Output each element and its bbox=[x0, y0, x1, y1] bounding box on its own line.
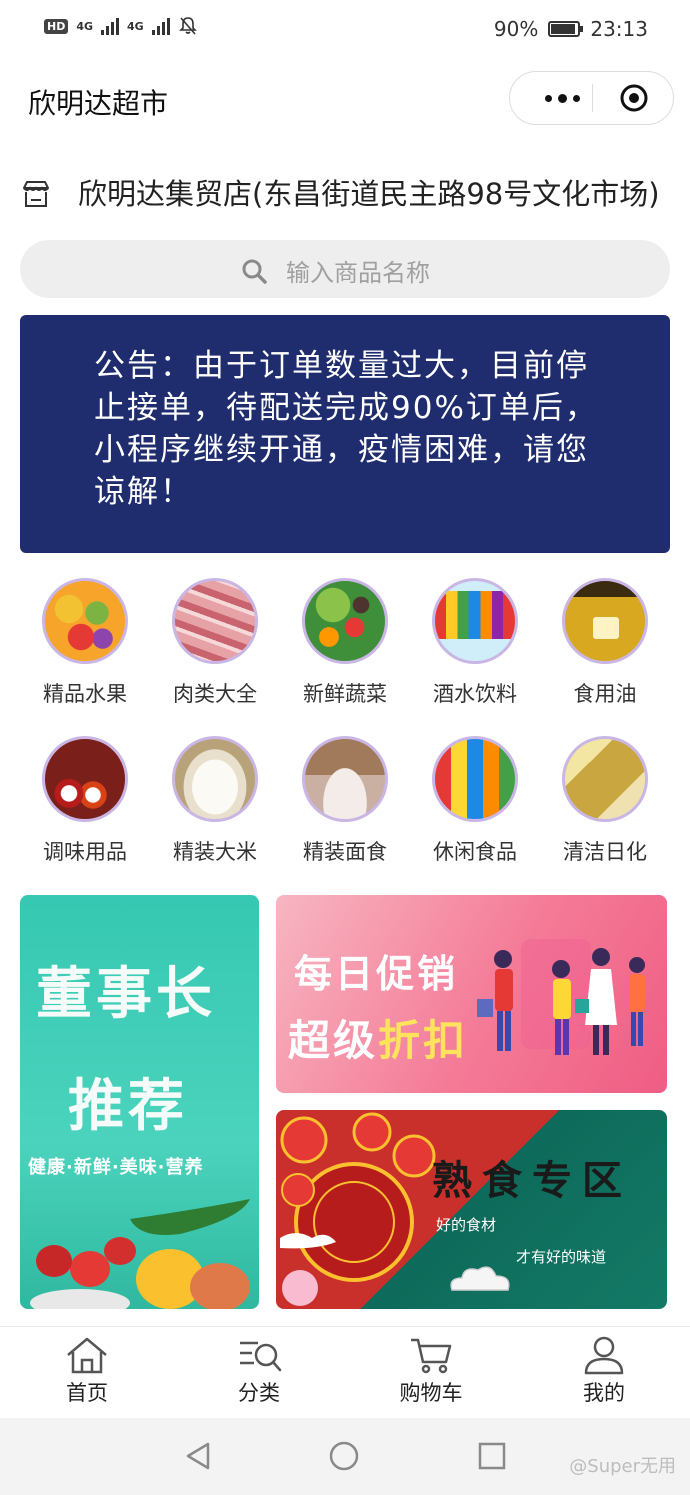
category-label: 清洁日化 bbox=[563, 840, 647, 864]
tab-profile[interactable]: 我的 bbox=[544, 1335, 664, 1407]
search-placeholder: 输入商品名称 bbox=[286, 259, 430, 287]
search-bar[interactable]: 输入商品名称 bbox=[20, 240, 670, 298]
bottom-tab-bar: 首页 分类 购物车 我的 bbox=[0, 1326, 690, 1419]
category-label: 精装大米 bbox=[173, 840, 257, 864]
tab-label: 首页 bbox=[66, 1381, 108, 1405]
capsule-menu bbox=[509, 71, 674, 125]
hd-badge: HD bbox=[44, 18, 69, 34]
category-label: 调味用品 bbox=[43, 840, 127, 864]
watermark: @Super无用 bbox=[569, 1456, 676, 1477]
category-item-detergent[interactable]: 清洁日化 bbox=[540, 736, 670, 866]
status-right: 90% 23:13 bbox=[494, 17, 648, 41]
vegetable-icon bbox=[302, 578, 388, 664]
category-label: 精装面食 bbox=[303, 840, 387, 864]
daily-promo-banner[interactable]: 每日促销 超级折扣 bbox=[276, 895, 667, 1093]
promo-title-line1: 每日促销 bbox=[294, 952, 459, 996]
home-circle-icon[interactable] bbox=[328, 1440, 360, 1472]
category-label: 肉类大全 bbox=[173, 682, 257, 706]
system-navigation-bar: @Super无用 bbox=[0, 1418, 690, 1495]
category-label: 新鲜蔬菜 bbox=[303, 682, 387, 706]
tab-label: 购物车 bbox=[399, 1381, 463, 1405]
category-label: 精品水果 bbox=[43, 682, 127, 706]
battery-fill bbox=[551, 24, 575, 34]
category-item-snacks[interactable]: 休闲食品 bbox=[410, 736, 540, 866]
category-item-vegetable[interactable]: 新鲜蔬菜 bbox=[280, 578, 410, 708]
deli-zone-banner[interactable]: 熟食专区 好的食材 才有好的味道 bbox=[276, 1110, 667, 1309]
deli-sub1: 好的食材 bbox=[436, 1216, 497, 1234]
category-item-spice[interactable]: 调味用品 bbox=[20, 736, 150, 866]
fruit-icon bbox=[42, 578, 128, 664]
target-close-icon[interactable] bbox=[618, 82, 650, 114]
category-item-meat[interactable]: 肉类大全 bbox=[150, 578, 280, 708]
network-type-1: 4G bbox=[76, 19, 94, 33]
vegetables-illustration bbox=[30, 1199, 250, 1309]
mute-bell-icon bbox=[178, 17, 197, 35]
spice-icon bbox=[42, 736, 128, 822]
navigation-bar: 欣明达超市 bbox=[0, 58, 690, 140]
clock: 23:13 bbox=[590, 17, 648, 41]
tab-label: 我的 bbox=[583, 1381, 625, 1405]
battery-percent: 90% bbox=[493, 17, 539, 41]
category-item-drinks[interactable]: 酒水饮料 bbox=[410, 578, 540, 708]
banner-slogan: 健康·新鲜·美味·营养 bbox=[28, 1157, 204, 1178]
category-item-fruit[interactable]: 精品水果 bbox=[20, 578, 150, 708]
flour-icon bbox=[302, 736, 388, 822]
recent-apps-square-icon[interactable] bbox=[476, 1440, 508, 1472]
tab-category[interactable]: 分类 bbox=[199, 1335, 319, 1407]
tab-label: 分类 bbox=[238, 1381, 280, 1405]
deli-title: 熟食专区 bbox=[432, 1157, 632, 1204]
battery-icon bbox=[548, 21, 584, 37]
store-name: 欣明达集贸店(东昌街道民主路98号文化市场) bbox=[78, 177, 660, 211]
network-type-2: 4G bbox=[127, 19, 144, 33]
signal-icon bbox=[101, 17, 120, 35]
rice-icon bbox=[172, 736, 258, 822]
deli-sub2: 才有好的味道 bbox=[516, 1248, 607, 1266]
user-icon bbox=[584, 1336, 624, 1375]
tab-home[interactable]: 首页 bbox=[27, 1335, 147, 1407]
chairman-recommend-banner[interactable]: 董事长 推荐 健康·新鲜·美味·营养 bbox=[20, 895, 259, 1309]
back-triangle-icon[interactable] bbox=[182, 1440, 214, 1472]
promo-title-line2a: 超级 bbox=[288, 1016, 379, 1065]
status-bar: HD 4G 4G 90% 23:13 bbox=[0, 0, 690, 58]
category-label: 食用油 bbox=[573, 682, 637, 706]
category-label: 休闲食品 bbox=[433, 840, 517, 864]
banner-title-line2: 推荐 bbox=[68, 1074, 188, 1139]
meat-icon bbox=[172, 578, 258, 664]
category-label: 酒水饮料 bbox=[433, 682, 517, 706]
home-icon bbox=[67, 1337, 107, 1374]
category-item-rice[interactable]: 精装大米 bbox=[150, 736, 280, 866]
capsule-divider bbox=[592, 84, 593, 112]
network-indicators: HD 4G 4G bbox=[44, 16, 198, 36]
more-dots-icon[interactable] bbox=[534, 72, 590, 124]
promo-title-line2: 超级折扣 bbox=[288, 1007, 468, 1068]
shoppers-illustration bbox=[477, 939, 645, 1055]
lanterns-illustration bbox=[280, 1112, 436, 1306]
snacks-icon bbox=[432, 736, 518, 822]
category-item-oil[interactable]: 食用油 bbox=[540, 578, 670, 708]
cloud-icon bbox=[450, 1266, 510, 1291]
announcement-banner[interactable]: 公告：由于订单数量过大，目前停止接单，待配送完成90%订单后，小程序继续开通，疫… bbox=[20, 315, 670, 553]
category-search-icon bbox=[240, 1341, 282, 1372]
detergent-icon bbox=[562, 736, 648, 822]
signal-icon bbox=[151, 17, 170, 35]
oil-icon bbox=[562, 578, 648, 664]
announcement-text: 公告：由于订单数量过大，目前停止接单，待配送完成90%订单后，小程序继续开通，疫… bbox=[94, 348, 598, 510]
page-title: 欣明达超市 bbox=[28, 87, 169, 120]
drinks-icon bbox=[432, 578, 518, 664]
promo-title-highlight: 折扣 bbox=[378, 1016, 469, 1065]
banner-title-line1: 董事长 bbox=[36, 962, 216, 1027]
tab-cart[interactable]: 购物车 bbox=[371, 1335, 491, 1407]
cart-icon bbox=[411, 1338, 452, 1374]
search-icon bbox=[242, 259, 267, 284]
category-item-flour[interactable]: 精装面食 bbox=[280, 736, 410, 866]
